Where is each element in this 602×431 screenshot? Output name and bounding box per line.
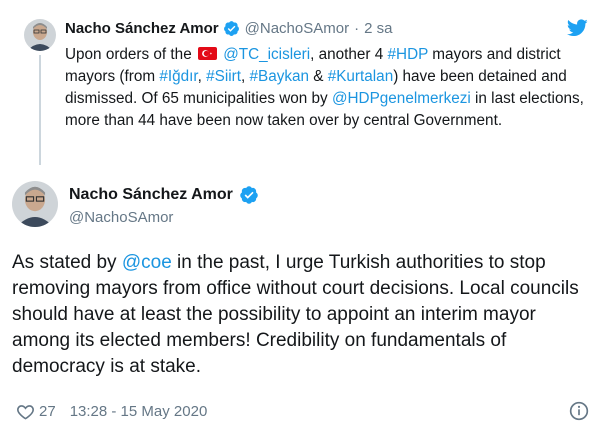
tweet-footer: 27 13:28 - 15 May 2020 xyxy=(16,402,207,421)
turkey-flag-icon xyxy=(197,47,217,60)
text-segment: , xyxy=(197,68,207,85)
hashtag-link[interactable]: #Iğdır xyxy=(159,68,197,85)
mention-link[interactable]: @HDPgenelmerkezi xyxy=(332,90,471,107)
twitter-bird-icon[interactable] xyxy=(567,19,588,37)
hashtag-link[interactable]: #Kurtalan xyxy=(328,68,393,85)
mention-link[interactable]: @coe xyxy=(122,252,172,273)
main-author-name[interactable]: Nacho Sánchez Amor xyxy=(69,186,233,204)
tweet-timestamp[interactable]: 13:28 - 15 May 2020 xyxy=(70,403,208,420)
hashtag-link[interactable]: #Baykan xyxy=(249,68,309,85)
text-segment: , another 4 xyxy=(310,46,388,63)
parent-tweet-text: Upon orders of the @TC_icisleri, another… xyxy=(65,44,585,132)
main-author-name-row: Nacho Sánchez Amor xyxy=(69,185,264,205)
main-tweet-text: As stated by @coe in the past, I urge Tu… xyxy=(12,250,592,380)
parent-avatar[interactable] xyxy=(24,19,56,51)
text-segment: Upon orders of the xyxy=(65,46,196,63)
thread-connector-line xyxy=(39,55,41,165)
main-author-handle[interactable]: @NachoSAmor xyxy=(69,209,173,226)
verified-badge-icon xyxy=(223,21,239,36)
mention-link[interactable]: @TC_icisleri xyxy=(223,46,310,63)
parent-author-handle[interactable]: @NachoSAmor xyxy=(245,20,349,37)
heart-icon[interactable] xyxy=(16,402,35,421)
text-segment: As stated by xyxy=(12,252,122,273)
parent-tweet-time[interactable]: 2 sa xyxy=(364,20,392,37)
main-avatar[interactable] xyxy=(12,181,58,227)
header-separator: · xyxy=(354,20,360,37)
hashtag-link[interactable]: #HDP xyxy=(388,46,429,63)
parent-tweet-header: Nacho Sánchez Amor @NachoSAmor · 2 sa xyxy=(65,20,392,37)
info-icon[interactable] xyxy=(569,401,589,421)
hashtag-link[interactable]: #Siirt xyxy=(206,68,241,85)
text-segment: & xyxy=(309,68,328,85)
parent-author-name[interactable]: Nacho Sánchez Amor xyxy=(65,20,219,37)
like-count[interactable]: 27 xyxy=(39,403,56,420)
verified-badge-icon xyxy=(240,186,258,204)
